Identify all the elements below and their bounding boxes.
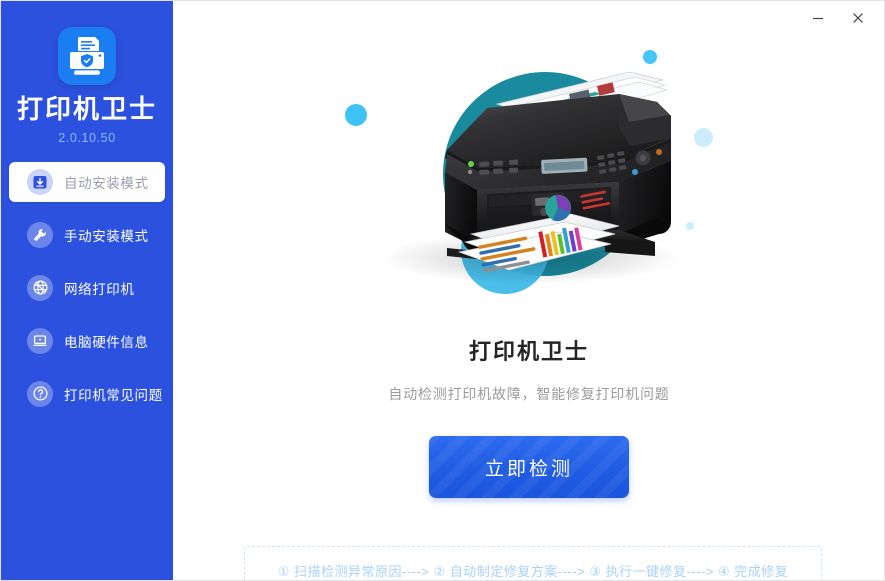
page-title: 打印机卫士 — [468, 339, 589, 364]
app-window: 打印机卫士 2.0.10.50 自动安装模式 手动安装模式 网络打印机 电脑硬件… — [0, 0, 885, 581]
detect-now-button[interactable]: 立即检测 — [429, 436, 629, 498]
title-bar — [173, 1, 884, 38]
sidebar-item-hardware-info[interactable]: 电脑硬件信息 — [9, 321, 165, 361]
brand-name: 打印机卫士 — [16, 94, 157, 124]
page-subtitle: 自动检测打印机故障，智能修复打印机问题 — [388, 386, 670, 402]
sidebar-item-auto-install[interactable]: 自动安装模式 — [9, 161, 165, 202]
sidebar: 打印机卫士 2.0.10.50 自动安装模式 手动安装模式 网络打印机 电脑硬件… — [1, 1, 173, 580]
sidebar-item-faq[interactable]: 打印机常见问题 — [9, 374, 165, 414]
close-icon — [853, 13, 863, 23]
cta-container: 立即检测 — [173, 436, 884, 498]
printer-shield-icon — [58, 27, 116, 85]
sidebar-nav: 自动安装模式 手动安装模式 网络打印机 电脑硬件信息 打印机常见问题 — [1, 161, 173, 414]
app-logo — [1, 27, 173, 85]
sidebar-item-label: 自动安装模式 — [64, 175, 149, 191]
sidebar-item-label: 网络打印机 — [64, 281, 135, 297]
minimize-icon — [813, 17, 823, 20]
app-version: 2.0.10.50 — [58, 130, 116, 145]
download-box-icon — [27, 168, 53, 195]
sidebar-item-label: 手动安装模式 — [64, 228, 149, 244]
sidebar-item-label: 打印机常见问题 — [64, 387, 163, 403]
sidebar-item-label: 电脑硬件信息 — [64, 334, 149, 350]
minimize-button[interactable] — [803, 5, 833, 31]
steps-flow-text: ① 扫描检测异常原因----> ② 自动制定修复方案----> ③ 执行一键修复… — [277, 563, 789, 579]
hero-illustration — [173, 38, 884, 310]
sidebar-item-network-printer[interactable]: 网络打印机 — [9, 268, 165, 308]
printer-illustration — [381, 71, 681, 294]
main-content: 打印机卫士 自动检测打印机故障，智能修复打印机问题 立即检测 ① 扫描检测异常原… — [173, 38, 884, 580]
network-globe-icon — [27, 274, 53, 301]
steps-flow-box: ① 扫描检测异常原因----> ② 自动制定修复方案----> ③ 执行一键修复… — [244, 546, 822, 580]
monitor-icon — [27, 327, 53, 354]
close-button[interactable] — [843, 5, 873, 31]
sidebar-item-manual-install[interactable]: 手动安装模式 — [9, 215, 165, 255]
wrench-icon — [27, 221, 53, 248]
question-mark-icon — [27, 380, 53, 407]
